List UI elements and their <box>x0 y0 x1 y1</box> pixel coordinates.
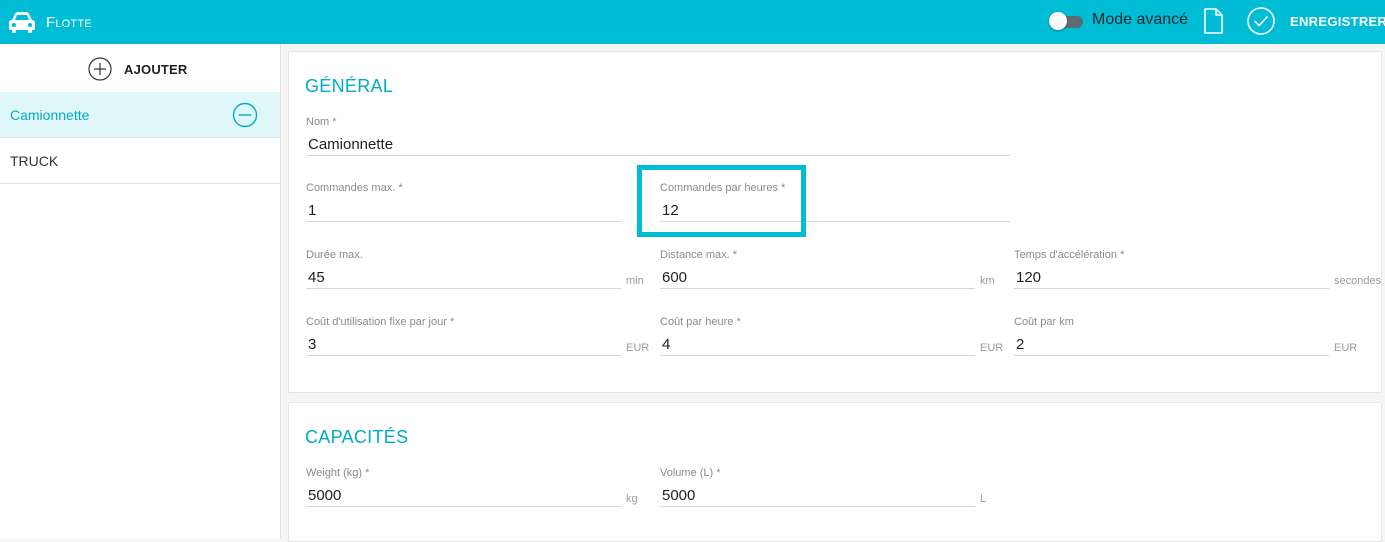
capacites-section-title: CAPACITÉS <box>305 427 409 447</box>
add-vehicle-button[interactable]: AJOUTER <box>88 57 188 81</box>
general-section-title: GÉNÉRAL <box>305 76 394 96</box>
plus-circle-icon <box>88 57 112 81</box>
check-circle-icon[interactable] <box>1246 6 1276 36</box>
distance-max-label: Distance max. * <box>660 249 738 261</box>
app-title: Flotte <box>46 13 92 31</box>
duree-max-label: Durée max. <box>306 249 363 261</box>
distance-max-input[interactable] <box>660 267 975 289</box>
cout-km-input[interactable] <box>1014 334 1329 356</box>
remove-circle-icon[interactable] <box>232 102 258 128</box>
commandes-max-field: Commandes max. * <box>306 182 621 226</box>
cout-fixe-input[interactable] <box>306 334 621 356</box>
sidebar-item-label: Camionnette <box>10 107 90 123</box>
weight-field: Weight (kg) * <box>306 467 621 511</box>
cout-heure-input[interactable] <box>660 334 975 356</box>
commandes-max-label: Commandes max. * <box>306 182 403 194</box>
temps-acceleration-input[interactable] <box>1014 267 1329 289</box>
duree-max-input[interactable] <box>306 267 621 289</box>
add-button-label: AJOUTER <box>124 61 188 77</box>
cout-km-unit: EUR <box>1334 342 1358 354</box>
cout-fixe-field: Coût d'utilisation fixe par jour * <box>306 316 621 360</box>
volume-unit: L <box>980 493 987 505</box>
commandes-par-heures-field: Commandes par heures * <box>660 182 1010 226</box>
nom-field: Nom * <box>306 116 1010 160</box>
cout-fixe-label: Coût d'utilisation fixe par jour * <box>306 316 455 328</box>
cout-heure-field: Coût par heure * <box>660 316 975 360</box>
advanced-mode-toggle[interactable] <box>1049 12 1085 30</box>
advanced-mode-label: Mode avancé <box>1092 11 1189 28</box>
car-icon <box>9 12 35 33</box>
sidebar-item-label: TRUCK <box>10 153 59 169</box>
temps-acceleration-unit: secondes <box>1334 275 1382 287</box>
document-icon[interactable] <box>1203 8 1223 34</box>
commandes-max-input[interactable] <box>306 200 621 222</box>
temps-acceleration-label: Temps d'accélération * <box>1014 249 1125 261</box>
vehicle-list-sidebar: AJOUTER Camionnette TRUCK <box>0 44 281 538</box>
toggle-knob <box>1049 12 1067 30</box>
brand: Flotte <box>8 0 92 44</box>
commandes-par-heures-input[interactable] <box>660 200 1010 222</box>
cout-fixe-unit: EUR <box>626 342 650 354</box>
weight-label: Weight (kg) * <box>306 467 370 479</box>
distance-max-unit: km <box>980 275 995 287</box>
volume-label: Volume (L) * <box>660 467 721 479</box>
volume-input[interactable] <box>660 485 975 507</box>
duree-max-field: Durée max. <box>306 249 621 293</box>
temps-acceleration-field: Temps d'accélération * <box>1014 249 1329 293</box>
cout-km-field: Coût par km <box>1014 316 1329 360</box>
duree-max-unit: min <box>626 275 644 287</box>
cout-heure-unit: EUR <box>980 342 1004 354</box>
cout-km-label: Coût par km <box>1014 316 1074 328</box>
sidebar-item-camionnette[interactable]: Camionnette <box>0 92 280 138</box>
save-button[interactable]: ENREGISTRER <box>1290 14 1385 29</box>
nom-label: Nom * <box>306 116 337 128</box>
top-app-bar: Flotte Mode avancé ENREGISTRER <box>0 0 1385 44</box>
cout-heure-label: Coût par heure * <box>660 316 741 328</box>
weight-input[interactable] <box>306 485 621 507</box>
nom-input[interactable] <box>306 134 1010 156</box>
commandes-par-heures-label: Commandes par heures * <box>660 182 786 194</box>
volume-field: Volume (L) * <box>660 467 975 511</box>
sidebar-item-truck[interactable]: TRUCK <box>0 138 280 184</box>
distance-max-field: Distance max. * <box>660 249 975 293</box>
weight-unit: kg <box>626 493 638 505</box>
